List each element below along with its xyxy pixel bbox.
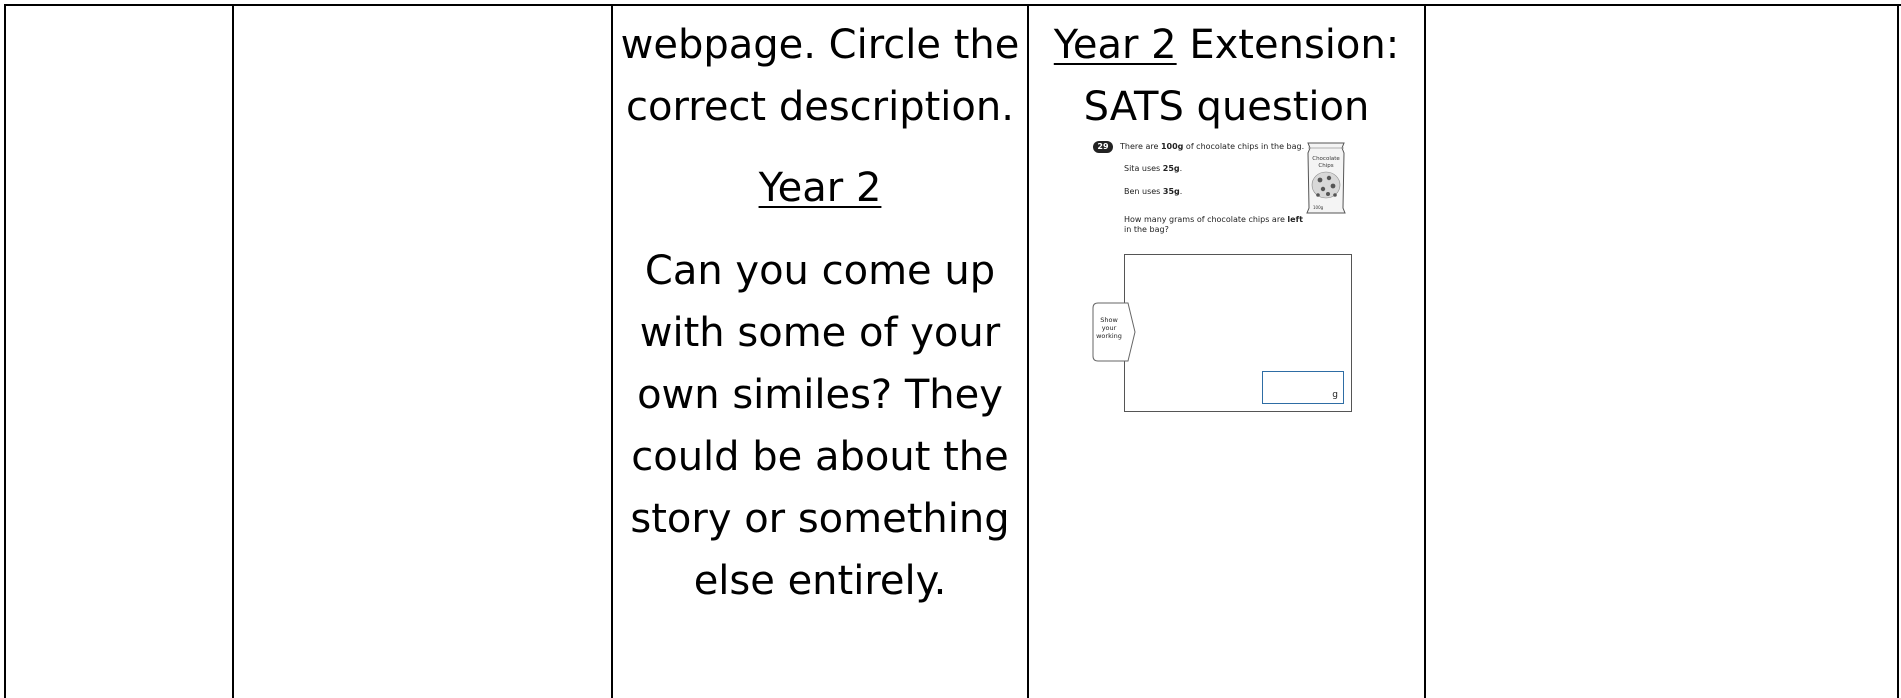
extension-subheading: SATS question xyxy=(1083,84,1370,130)
table-cell-empty xyxy=(1426,4,1897,698)
question-bold: 100g xyxy=(1160,142,1184,151)
question-line: Ben uses 35g. xyxy=(1124,187,1182,197)
question-text: . xyxy=(1179,164,1183,173)
question-bold: 25g xyxy=(1162,164,1180,173)
task-text-line: with some of your xyxy=(639,310,1001,356)
answer-box: g xyxy=(1262,371,1344,404)
column-divider xyxy=(1897,4,1899,698)
task-text-line: webpage. Circle the xyxy=(620,22,1020,68)
document-table: webpage. Circle the correct description.… xyxy=(0,0,1901,698)
question-number-badge: 29 xyxy=(1093,141,1113,153)
task-text-line: story or something xyxy=(630,496,1010,542)
question-text: . xyxy=(1179,187,1183,196)
bag-label: Chips xyxy=(1318,163,1333,169)
question-text: Sita uses xyxy=(1124,164,1163,173)
table-cell-similes-task: webpage. Circle the correct description.… xyxy=(613,4,1027,698)
task-text-line: own similes? They xyxy=(637,372,1003,418)
question-text: of chocolate chips in the bag. xyxy=(1183,142,1305,151)
extension-heading: Year 2 Extension: xyxy=(1029,14,1424,76)
bag-label: Chocolate xyxy=(1312,156,1340,162)
show-working-label: Show your working xyxy=(1094,316,1124,340)
show-working-text: your xyxy=(1101,324,1117,332)
sats-question-image: 29 There are 100g of chocolate chips in … xyxy=(1088,134,1356,418)
extension-heading-label: Extension: xyxy=(1176,22,1400,68)
table-cell-empty xyxy=(234,4,611,698)
working-box: g xyxy=(1124,254,1352,412)
question-line: Sita uses 25g. xyxy=(1124,164,1182,174)
question-bold: left xyxy=(1287,215,1303,224)
year-2-heading: Year 2 xyxy=(613,157,1027,219)
show-working-text: Show xyxy=(1100,316,1118,324)
question-line: How many grams of chocolate chips are le… xyxy=(1124,215,1303,225)
question-line: There are 100g of chocolate chips in the… xyxy=(1120,142,1304,152)
table-cell-empty xyxy=(6,4,232,698)
year-2-heading-text: Year 2 xyxy=(758,165,882,211)
question-bold: 35g xyxy=(1162,187,1180,196)
bag-weight: 100g xyxy=(1313,205,1324,210)
extension-heading-year: Year 2 xyxy=(1053,22,1177,68)
question-text: Ben uses xyxy=(1124,187,1163,196)
chocolate-chips-bag-icon: Chocolate Chips 100g xyxy=(1306,142,1346,214)
task-text-line: Can you come up xyxy=(644,248,996,294)
task-text-line: else entirely. xyxy=(693,558,947,604)
question-text: How many grams of chocolate chips are xyxy=(1124,215,1288,224)
task-text-line: correct description. xyxy=(626,84,1014,130)
question-text: There are xyxy=(1120,142,1161,151)
task-text-line: could be about the xyxy=(631,434,1009,480)
answer-unit: g xyxy=(1332,390,1338,400)
question-line: in the bag? xyxy=(1124,225,1169,234)
show-working-text: working xyxy=(1096,332,1122,340)
